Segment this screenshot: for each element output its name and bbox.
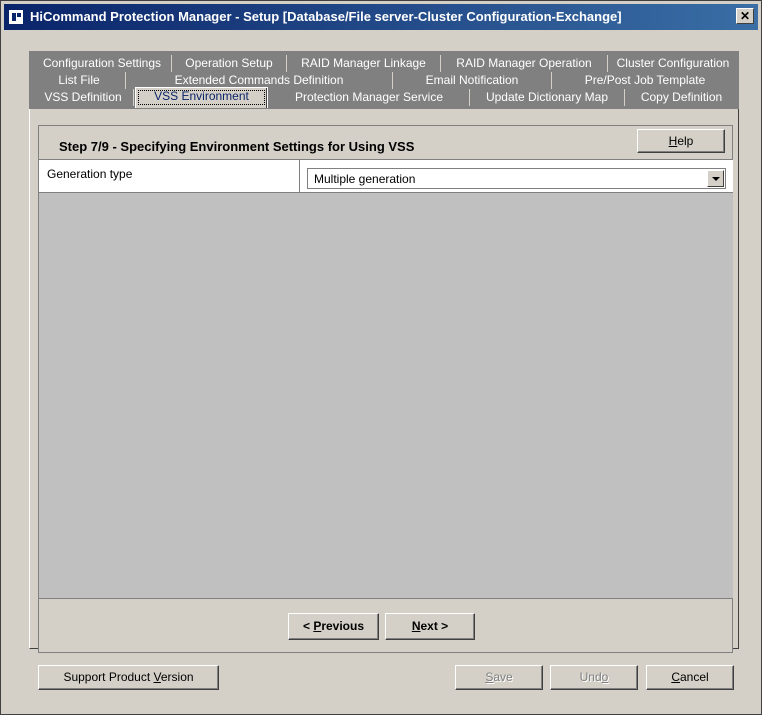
chevron-down-icon[interactable] (707, 170, 724, 187)
tab-update-dictionary-map[interactable]: Update Dictionary Map (470, 89, 625, 106)
tab-cluster-configuration[interactable]: Cluster Configuration (608, 55, 738, 72)
tab-list-file[interactable]: List File (33, 72, 126, 89)
tab-protection-manager-service[interactable]: Protection Manager Service (269, 89, 470, 106)
tab-copy-definition[interactable]: Copy Definition (625, 89, 738, 106)
window-title: HiCommand Protection Manager - Setup [Da… (30, 9, 622, 24)
generation-type-value: Multiple generation (314, 172, 416, 186)
help-button[interactable]: Help (637, 129, 725, 153)
generation-type-select[interactable]: Multiple generation (307, 168, 726, 189)
title-bar[interactable]: HiCommand Protection Manager - Setup [Da… (4, 4, 758, 30)
tab-raid-manager-operation[interactable]: RAID Manager Operation (441, 55, 608, 72)
tab-configuration-settings[interactable]: Configuration Settings (33, 55, 172, 72)
tab-vss-environment[interactable]: VSS Environment (135, 87, 268, 108)
tab-row-1: Configuration Settings Operation Setup R… (33, 55, 745, 73)
tab-operation-setup[interactable]: Operation Setup (172, 55, 287, 72)
save-button[interactable]: Save (455, 665, 543, 690)
step-title: Step 7/9 - Specifying Environment Settin… (59, 139, 415, 154)
app-icon (8, 9, 24, 25)
support-product-version-button[interactable]: Support Product Version (38, 665, 219, 690)
tab-email-notification[interactable]: Email Notification (393, 72, 552, 89)
setup-window: HiCommand Protection Manager - Setup [Da… (0, 0, 762, 715)
undo-button[interactable]: Undo (550, 665, 638, 690)
previous-button[interactable]: < Previous (288, 613, 379, 640)
cell-divider (299, 159, 300, 193)
cancel-button[interactable]: Cancel (646, 665, 734, 690)
tab-raid-manager-linkage[interactable]: RAID Manager Linkage (287, 55, 441, 72)
close-icon: ✕ (739, 9, 751, 23)
tab-vss-definition[interactable]: VSS Definition (33, 89, 134, 106)
next-button[interactable]: Next > (385, 613, 475, 640)
close-button[interactable]: ✕ (736, 8, 754, 24)
generation-type-label: Generation type (47, 167, 133, 181)
tab-row-3: VSS Definition VSS Environment Protectio… (33, 87, 745, 108)
tab-pre-post-job-template[interactable]: Pre/Post Job Template (552, 72, 738, 89)
settings-content-area (39, 193, 733, 599)
